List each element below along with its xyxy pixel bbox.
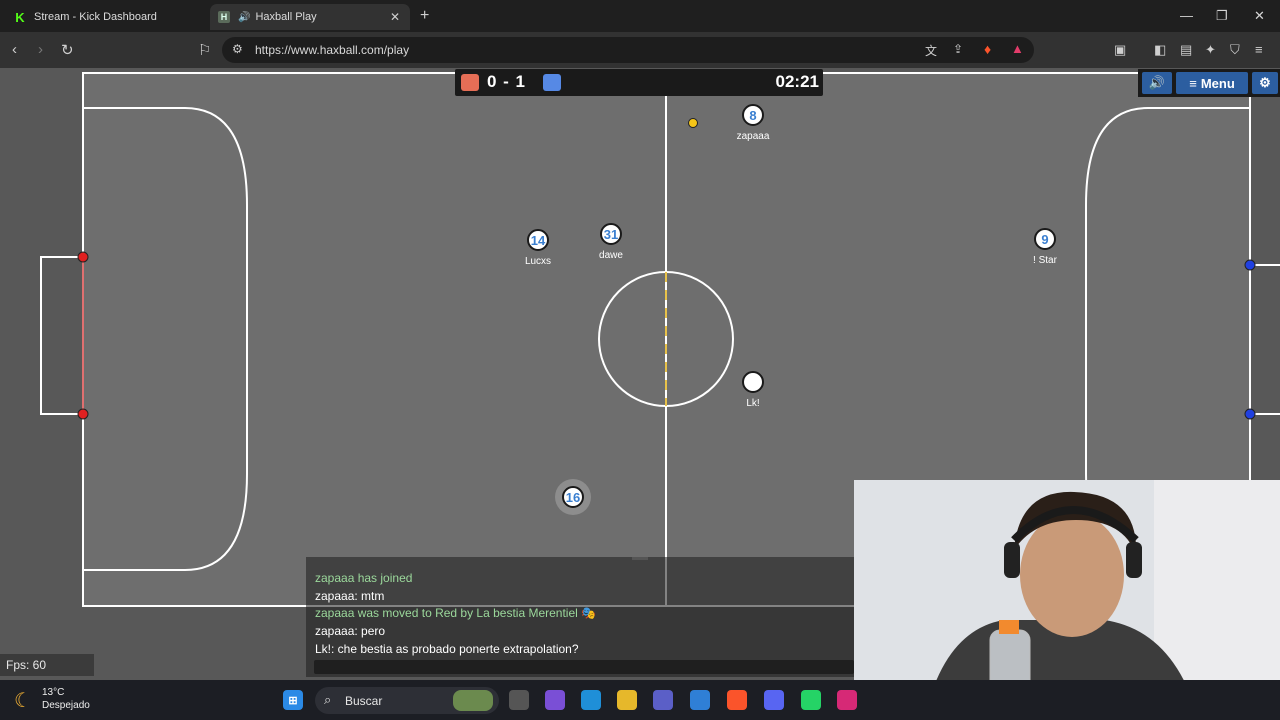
search-label: Buscar [345, 694, 383, 708]
site-settings-icon[interactable]: ⚙ [232, 42, 243, 56]
start-button[interactable]: ⊞ [283, 690, 303, 710]
reload-icon[interactable]: ↻ [61, 41, 74, 59]
chat-resize-handle[interactable] [632, 557, 648, 560]
gear-icon: ⚙ [1259, 75, 1271, 90]
task-view-icon[interactable] [509, 690, 529, 710]
teams-icon[interactable] [653, 690, 673, 710]
chat-message: zapaaa was moved to Red by La bestia Mer… [315, 606, 597, 620]
minimize-icon[interactable]: — [1180, 8, 1193, 23]
blue-team-badge [543, 74, 561, 91]
brave-rewards-icon[interactable]: ▲ [1011, 41, 1024, 56]
left-goal [40, 256, 83, 415]
player-avatar [742, 371, 764, 393]
search-icon: ⌕ [324, 692, 332, 707]
file-explorer-icon[interactable] [617, 690, 637, 710]
chat-message: zapaaa: mtm [315, 589, 385, 603]
wallet-icon[interactable]: ▤ [1180, 42, 1192, 58]
fps-counter: Fps: 60 [0, 654, 94, 676]
player-avatar: 16 [562, 486, 584, 508]
tab-kick-dashboard[interactable]: K Stream - Kick Dashboard [6, 4, 206, 30]
settings-button[interactable]: ⚙ [1252, 72, 1278, 94]
chat-input[interactable] [314, 660, 854, 674]
player-name: Lucxs [524, 256, 552, 267]
close-window-icon[interactable]: ✕ [1254, 8, 1265, 24]
tab-strip: K Stream - Kick Dashboard H 🔊 Haxball Pl… [0, 0, 1280, 32]
windows-logo-icon: ⊞ [288, 694, 298, 707]
forward-icon[interactable]: › [38, 41, 43, 58]
restore-icon[interactable]: ❐ [1216, 8, 1228, 24]
player-avatar: 9 [1034, 228, 1056, 250]
whatsapp-icon[interactable] [801, 690, 821, 710]
audio-playing-icon: 🔊 [238, 11, 251, 23]
kick-favicon-icon: K [14, 9, 26, 25]
back-icon[interactable]: ‹ [12, 41, 17, 58]
haxball-favicon-icon: H [218, 11, 230, 23]
weather-temperature: 13°C [42, 687, 65, 698]
left-post [77, 251, 89, 263]
player-name: Lk! [746, 398, 760, 409]
player-name: ! Star [1033, 255, 1057, 266]
menu-button[interactable]: ≡ Menu [1176, 72, 1248, 94]
discord-icon[interactable] [764, 690, 784, 710]
score: 0 - 1 [487, 72, 527, 91]
sidebar-icon[interactable]: ◧ [1154, 42, 1166, 58]
red-team-badge [461, 74, 479, 91]
taskbar-search[interactable]: ⌕ Buscar [315, 687, 499, 714]
player-name: zapaaa [736, 131, 770, 142]
scoreboard: 0 - 1 02:21 [455, 69, 823, 96]
bookmark-icon[interactable]: ⚐ [198, 41, 211, 59]
edge-icon[interactable] [581, 690, 601, 710]
url-text: https://www.haxball.com/play [255, 43, 410, 57]
reader-mode-icon[interactable]: ▣ [1114, 42, 1126, 58]
right-post [1244, 259, 1256, 271]
windows-taskbar: ☾ 13°C Despejado ⊞ ⌕ Buscar [0, 680, 1280, 720]
translate-icon[interactable]: 文 [925, 42, 937, 59]
ball [688, 118, 698, 128]
new-tab-button[interactable]: + [420, 7, 429, 25]
copilot-icon[interactable] [545, 690, 565, 710]
player-avatar: 31 [600, 223, 622, 245]
main-menu-icon[interactable]: ≡ [1255, 42, 1263, 57]
chat-message: zapaaa has joined [315, 571, 413, 585]
tab-title: Stream - Kick Dashboard [34, 11, 157, 23]
brave-icon[interactable] [727, 690, 747, 710]
address-bar[interactable]: ⚙ https://www.haxball.com/play 文 ⇪ ♦ ▲ [222, 37, 1034, 63]
share-icon[interactable]: ⇪ [953, 42, 963, 56]
weather-description: Despejado [42, 700, 90, 711]
sound-toggle-button[interactable]: 🔊 [1142, 72, 1172, 94]
match-timer: 02:21 [775, 72, 819, 91]
search-highlight-image [453, 690, 493, 711]
hamburger-icon: ≡ [1189, 75, 1197, 91]
brave-shields-icon[interactable]: ♦ [984, 41, 991, 57]
player-avatar: 8 [742, 104, 764, 126]
player-avatar: 14 [527, 229, 549, 251]
chat-message: Lk!: che bestia as probado ponerte extra… [315, 642, 579, 656]
menu-label: Menu [1200, 75, 1235, 91]
instagram-icon[interactable] [837, 690, 857, 710]
tab-haxball-play[interactable]: H 🔊 Haxball Play ✕ [210, 4, 410, 30]
close-tab-icon[interactable]: ✕ [390, 10, 400, 24]
speaker-icon: 🔊 [1148, 75, 1166, 90]
right-goal [1250, 264, 1280, 415]
chat-panel: zapaaa has joined zapaaa: mtm zapaaa was… [306, 557, 856, 677]
player-name: dawe [599, 250, 623, 261]
left-post [77, 408, 89, 420]
game-controls: 🔊 ≡ Menu ⚙ [1138, 69, 1280, 97]
vpn-icon[interactable]: ⛉ [1230, 42, 1240, 58]
chat-message: zapaaa: pero [315, 624, 386, 638]
leo-ai-icon[interactable]: ✦ [1205, 42, 1216, 58]
tab-title: Haxball Play [255, 11, 317, 23]
moon-weather-icon: ☾ [14, 690, 32, 712]
right-post [1244, 408, 1256, 420]
store-icon[interactable] [690, 690, 710, 710]
